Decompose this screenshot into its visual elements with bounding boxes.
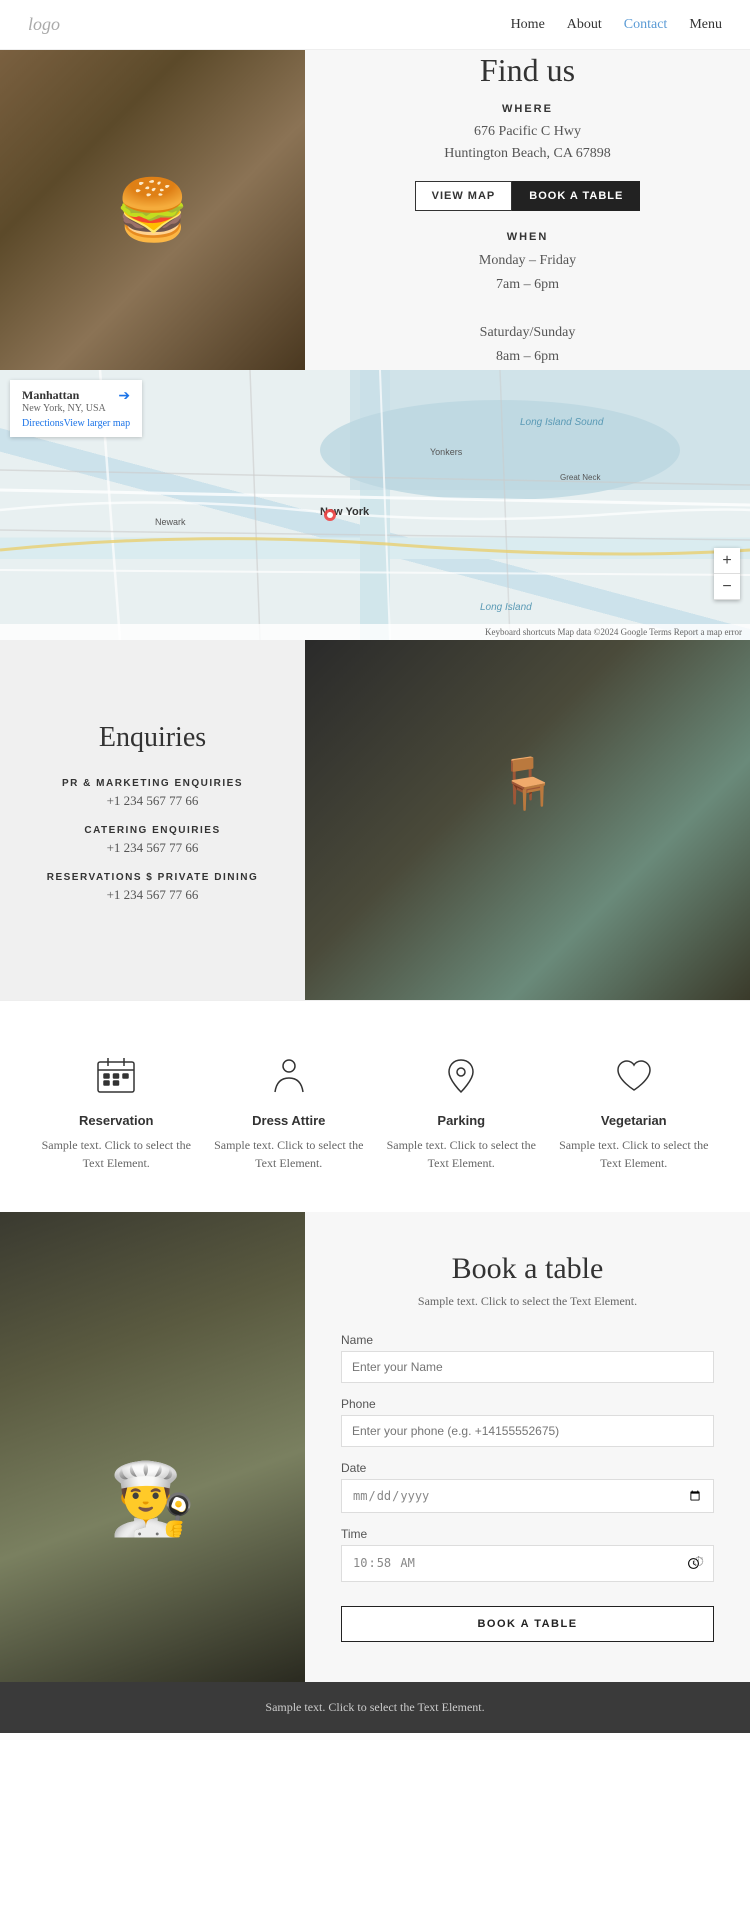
time-wrapper: ⏱: [341, 1545, 714, 1582]
nav-menu[interactable]: Menu: [689, 17, 722, 33]
find-us-section: Find us WHERE 676 Pacific C Hwy Huntingt…: [0, 50, 750, 370]
svg-text:Yonkers: Yonkers: [430, 447, 463, 457]
find-us-title: Find us: [480, 52, 575, 89]
svg-text:Long Island Sound: Long Island Sound: [520, 417, 604, 428]
map-background: New York Newark Yonkers Great Neck Long …: [0, 370, 750, 640]
time-label: Time: [341, 1527, 714, 1541]
svg-text:Great Neck: Great Neck: [560, 473, 601, 482]
dress-attire-text[interactable]: Sample text. Click to select the Text El…: [209, 1136, 369, 1172]
svg-text:Newark: Newark: [155, 517, 186, 527]
calendar-icon: [91, 1051, 141, 1101]
date-label: Date: [341, 1461, 714, 1475]
address-line2: Huntington Beach, CA 67898: [444, 143, 610, 165]
navigation: logo Home About Contact Menu: [0, 0, 750, 50]
date-input[interactable]: [341, 1479, 714, 1513]
icon-item-parking: Parking Sample text. Click to select the…: [381, 1051, 541, 1172]
pr-enquiry-block: PR & MARKETING ENQUIRIES +1 234 567 77 6…: [62, 778, 243, 809]
address-line1: 676 Pacific C Hwy: [444, 121, 610, 143]
catering-phone: +1 234 567 77 66: [84, 840, 220, 856]
book-subtitle[interactable]: Sample text. Click to select the Text El…: [341, 1294, 714, 1309]
enquiries-title: Enquiries: [99, 722, 206, 754]
zoom-in-button[interactable]: +: [714, 548, 740, 574]
footer: Sample text. Click to select the Text El…: [0, 1682, 750, 1733]
location-icon: [436, 1051, 486, 1101]
address-block: 676 Pacific C Hwy Huntington Beach, CA 6…: [444, 121, 610, 166]
nav-about[interactable]: About: [567, 17, 602, 33]
book-table-section: Book a table Sample text. Click to selec…: [0, 1212, 750, 1682]
logo: logo: [28, 14, 60, 35]
reservations-label: RESERVATIONS $ PRIVATE DINING: [47, 872, 259, 883]
map-place-subtitle: New York, NY, USA: [22, 403, 106, 414]
restaurant-hero-image: [0, 50, 305, 370]
find-us-content: Find us WHERE 676 Pacific C Hwy Huntingt…: [305, 50, 750, 370]
vegetarian-text[interactable]: Sample text. Click to select the Text El…: [554, 1136, 714, 1172]
phone-label: Phone: [341, 1397, 714, 1411]
map-section: New York Newark Yonkers Great Neck Long …: [0, 370, 750, 640]
directions-link[interactable]: Directions: [22, 418, 64, 429]
person-icon: [264, 1051, 314, 1101]
pr-phone: +1 234 567 77 66: [62, 793, 243, 809]
icons-row: Reservation Sample text. Click to select…: [0, 1000, 750, 1212]
nav-home[interactable]: Home: [511, 17, 545, 33]
nav-contact[interactable]: Contact: [624, 17, 668, 33]
reservations-phone: +1 234 567 77 66: [47, 887, 259, 903]
reservation-text[interactable]: Sample text. Click to select the Text El…: [36, 1136, 196, 1172]
zoom-out-button[interactable]: −: [714, 574, 740, 600]
icon-item-vegetarian: Vegetarian Sample text. Click to select …: [554, 1051, 714, 1172]
phone-input[interactable]: [341, 1415, 714, 1447]
view-map-button[interactable]: VIEW MAP: [415, 181, 513, 211]
enquiries-section: Enquiries PR & MARKETING ENQUIRIES +1 23…: [0, 640, 750, 1000]
hours-block: Monday – Friday 7am – 6pm Saturday/Sunda…: [479, 249, 576, 368]
dress-attire-title: Dress Attire: [209, 1113, 369, 1128]
name-form-group: Name: [341, 1333, 714, 1383]
icon-item-dress-attire: Dress Attire Sample text. Click to selec…: [209, 1051, 369, 1172]
name-input[interactable]: [341, 1351, 714, 1383]
weekday-label: Monday – Friday: [479, 249, 576, 273]
date-form-group: Date: [341, 1461, 714, 1513]
chef-image: [0, 1212, 305, 1682]
nav-links: Home About Contact Menu: [511, 17, 722, 33]
when-block: WHEN Monday – Friday 7am – 6pm Saturday/…: [479, 231, 576, 368]
phone-form-group: Phone: [341, 1397, 714, 1447]
weekday-hours: 7am – 6pm: [479, 273, 576, 297]
directions-icon: ➔: [118, 388, 130, 405]
footer-text[interactable]: Sample text. Click to select the Text El…: [265, 1700, 484, 1714]
weekend-hours: 8am – 6pm: [479, 345, 576, 369]
vegetarian-title: Vegetarian: [554, 1113, 714, 1128]
restaurant-bar-image: [305, 640, 750, 1000]
name-label: Name: [341, 1333, 714, 1347]
map-overlay: Manhattan New York, NY, USA ➔ Directions…: [10, 380, 142, 437]
heart-icon: [609, 1051, 659, 1101]
clock-icon: ⏱: [693, 1555, 704, 1571]
map-zoom-controls: + −: [714, 548, 740, 600]
weekend-label: Saturday/Sunday: [479, 321, 576, 345]
icon-item-reservation: Reservation Sample text. Click to select…: [36, 1051, 196, 1172]
book-form-area: Book a table Sample text. Click to selec…: [305, 1212, 750, 1682]
time-form-group: Time ⏱: [341, 1527, 714, 1582]
time-input[interactable]: [341, 1545, 714, 1582]
catering-enquiry-block: CATERING ENQUIRIES +1 234 567 77 66: [84, 825, 220, 856]
svg-text:Long Island: Long Island: [480, 602, 532, 613]
when-label: WHEN: [479, 231, 576, 243]
where-label: WHERE: [502, 103, 553, 115]
book-title: Book a table: [341, 1252, 714, 1286]
view-larger-link[interactable]: View larger map: [64, 418, 130, 429]
map-links: Directions View larger map: [22, 418, 130, 429]
map-footer: Keyboard shortcuts Map data ©2024 Google…: [0, 624, 750, 640]
parking-title: Parking: [381, 1113, 541, 1128]
location-buttons: VIEW MAP BOOK A TABLE: [415, 181, 641, 211]
reservation-title: Reservation: [36, 1113, 196, 1128]
reservations-enquiry-block: RESERVATIONS $ PRIVATE DINING +1 234 567…: [47, 872, 259, 903]
parking-text[interactable]: Sample text. Click to select the Text El…: [381, 1136, 541, 1172]
book-table-header-button[interactable]: BOOK A TABLE: [512, 181, 640, 211]
pr-label: PR & MARKETING ENQUIRIES: [62, 778, 243, 789]
enquiries-content: Enquiries PR & MARKETING ENQUIRIES +1 23…: [0, 640, 305, 1000]
book-table-submit-button[interactable]: BOOK A TABLE: [341, 1606, 714, 1642]
map-place-title: Manhattan: [22, 388, 106, 403]
catering-label: CATERING ENQUIRIES: [84, 825, 220, 836]
